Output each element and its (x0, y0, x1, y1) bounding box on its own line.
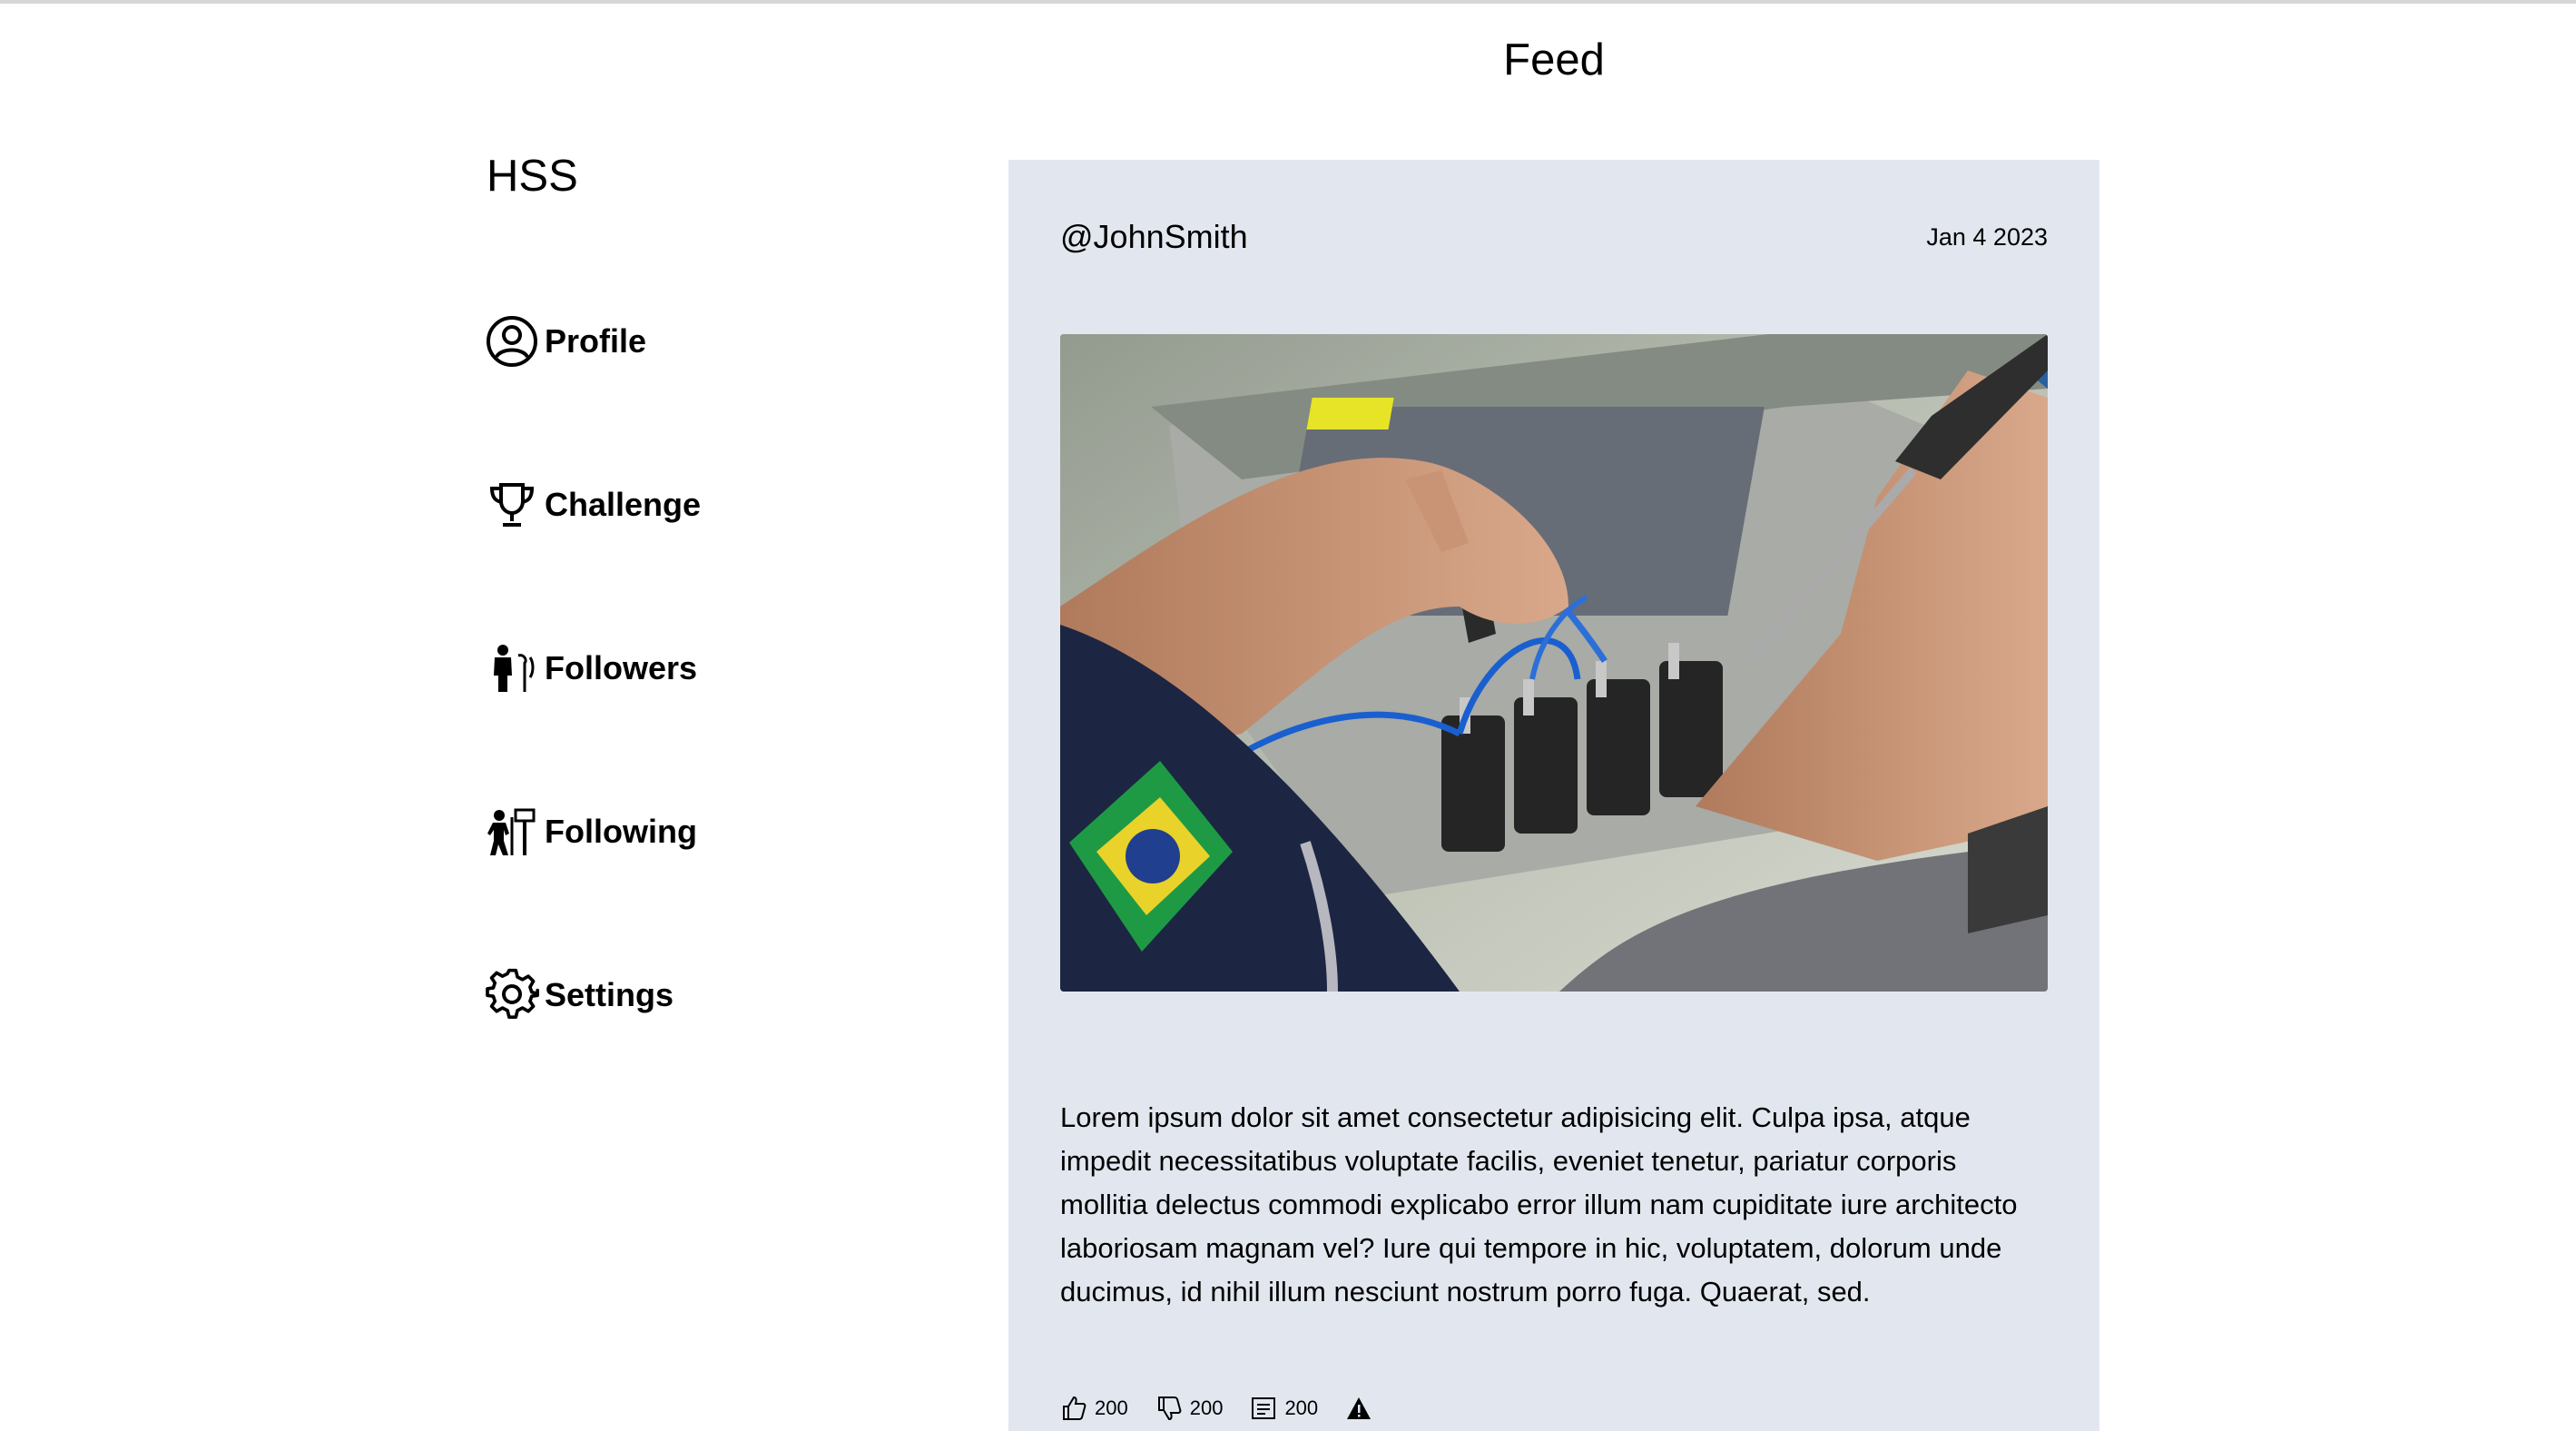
sidebar-item-followers[interactable]: Followers (485, 637, 939, 700)
comment-button[interactable]: 200 (1250, 1395, 1318, 1422)
post-image[interactable] (1060, 334, 2048, 992)
dislike-button[interactable]: 200 (1155, 1395, 1224, 1422)
followers-icon (485, 641, 539, 696)
sidebar-item-label: Challenge (545, 486, 702, 523)
sidebar-item-profile[interactable]: Profile (485, 310, 939, 373)
comment-count: 200 (1284, 1396, 1319, 1419)
report-button[interactable] (1345, 1395, 1380, 1422)
warning-icon (1347, 1397, 1372, 1419)
post-date: Jan 4 2023 (1926, 223, 2048, 251)
trophy-icon (485, 478, 539, 532)
sidebar-item-label: Settings (545, 976, 674, 1013)
post-username[interactable]: @JohnSmith (1060, 217, 1248, 257)
gear-icon (485, 968, 539, 1022)
sidebar-item-challenge[interactable]: Challenge (485, 473, 939, 537)
sidebar-item-label: Profile (545, 322, 647, 360)
sidebar-item-settings[interactable]: Settings (485, 963, 939, 1027)
sidebar-item-following[interactable]: Following (485, 800, 939, 864)
user-circle-icon (485, 314, 539, 369)
post-actions: 200 200 200 (1060, 1395, 1407, 1422)
sidebar-item-label: Followers (545, 649, 698, 686)
post-body: Lorem ipsum dolor sit amet consectetur a… (1060, 1101, 2018, 1308)
brand-logo[interactable]: HSS (487, 149, 578, 203)
thumbs-up-icon (1063, 1396, 1086, 1420)
dislike-count: 200 (1189, 1396, 1224, 1419)
sidebar-item-label: Following (545, 813, 697, 850)
like-count: 200 (1095, 1396, 1128, 1419)
thumbs-down-icon (1157, 1396, 1182, 1421)
feed-post-card: @JohnSmith Jan 4 2023 Lorem ipsum dolor … (1008, 160, 2099, 1431)
comment-icon (1252, 1397, 1276, 1419)
top-border (0, 0, 2576, 4)
like-button[interactable]: 200 (1060, 1395, 1128, 1422)
page-title: Feed (1503, 35, 1605, 84)
sidebar-nav: Profile Challenge Followers Following Se… (485, 310, 939, 1127)
following-icon (485, 804, 539, 859)
